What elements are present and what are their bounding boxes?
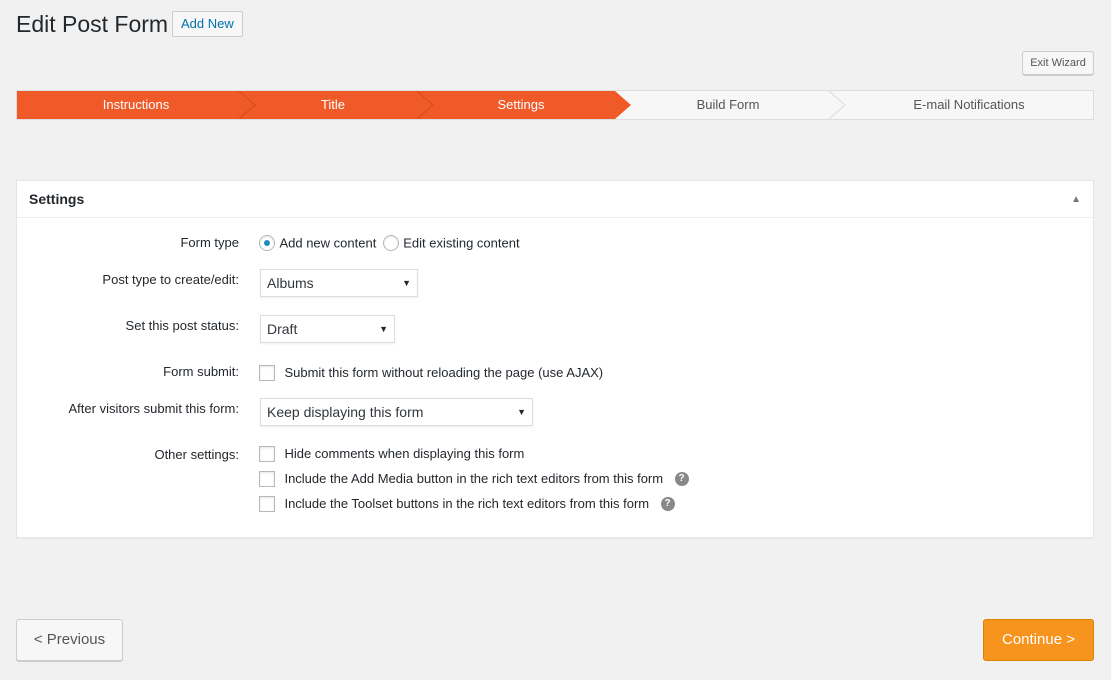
after-submit-select[interactable]: Keep displaying this form ▼: [260, 398, 533, 426]
post-status-label: Set this post status:: [125, 318, 239, 333]
triangle-up-icon[interactable]: ▲: [1071, 181, 1081, 218]
settings-panel: Settings ▲ Form type Add new content Edi…: [16, 180, 1094, 538]
post-status-select[interactable]: Draft ▼: [260, 315, 395, 343]
form-type-options: Add new content Edit existing content: [259, 234, 520, 252]
form-submit-option: Submit this form without reloading the p…: [259, 364, 603, 382]
dropdown-arrow-icon: ▼: [379, 324, 388, 334]
after-submit-value: Keep displaying this form: [267, 404, 424, 420]
toolset-buttons-label[interactable]: Include the Toolset buttons in the rich …: [284, 496, 649, 511]
post-status-value: Draft: [267, 321, 298, 337]
hide-comments-label[interactable]: Hide comments when displaying this form: [284, 446, 524, 461]
other-settings-label: Other settings:: [154, 447, 239, 462]
wizard-steps: Instructions Title Settings Build Form E…: [16, 90, 1094, 120]
add-new-content-label[interactable]: Add new content: [279, 235, 376, 250]
step-divider-4: [828, 91, 846, 119]
exit-wizard-button[interactable]: Exit Wizard: [1022, 51, 1094, 75]
post-type-label: Post type to create/edit:: [102, 272, 239, 287]
add-new-content-radio[interactable]: [259, 234, 275, 251]
post-type-select[interactable]: Albums ▼: [260, 269, 418, 297]
help-icon[interactable]: ?: [660, 496, 675, 511]
edit-existing-content-radio[interactable]: [382, 234, 399, 251]
help-icon[interactable]: ?: [674, 471, 689, 486]
ajax-submit-checkbox[interactable]: [259, 364, 275, 381]
add-media-option: Include the Add Media button in the rich…: [259, 470, 689, 488]
continue-button[interactable]: Continue >: [983, 619, 1094, 661]
step-title[interactable]: Title: [249, 91, 417, 119]
add-new-button[interactable]: Add New: [172, 11, 243, 37]
form-type-label: Form type: [180, 235, 239, 250]
step-build-form[interactable]: Build Form: [631, 91, 825, 119]
edit-existing-content-label[interactable]: Edit existing content: [403, 235, 519, 250]
toolset-buttons-option: Include the Toolset buttons in the rich …: [259, 495, 675, 513]
post-type-value: Albums: [267, 275, 314, 291]
step-email-notifications[interactable]: E-mail Notifications: [845, 91, 1093, 119]
add-media-checkbox[interactable]: [259, 470, 275, 487]
step-settings[interactable]: Settings: [427, 91, 615, 119]
page-title: Edit Post Form: [16, 11, 169, 37]
add-media-label[interactable]: Include the Add Media button in the rich…: [284, 471, 663, 486]
hide-comments-option: Hide comments when displaying this form: [259, 445, 524, 463]
after-submit-label: After visitors submit this form:: [68, 401, 239, 416]
settings-panel-title: Settings: [29, 191, 85, 207]
settings-panel-header[interactable]: Settings ▲: [17, 181, 1093, 218]
form-submit-label: Form submit:: [163, 364, 239, 379]
previous-button[interactable]: < Previous: [16, 619, 123, 661]
hide-comments-checkbox[interactable]: [259, 445, 275, 462]
ajax-submit-label[interactable]: Submit this form without reloading the p…: [284, 365, 603, 380]
dropdown-arrow-icon: ▼: [517, 407, 526, 417]
toolset-buttons-checkbox[interactable]: [259, 495, 275, 512]
dropdown-arrow-icon: ▼: [402, 278, 411, 288]
step-instructions[interactable]: Instructions: [17, 91, 255, 119]
